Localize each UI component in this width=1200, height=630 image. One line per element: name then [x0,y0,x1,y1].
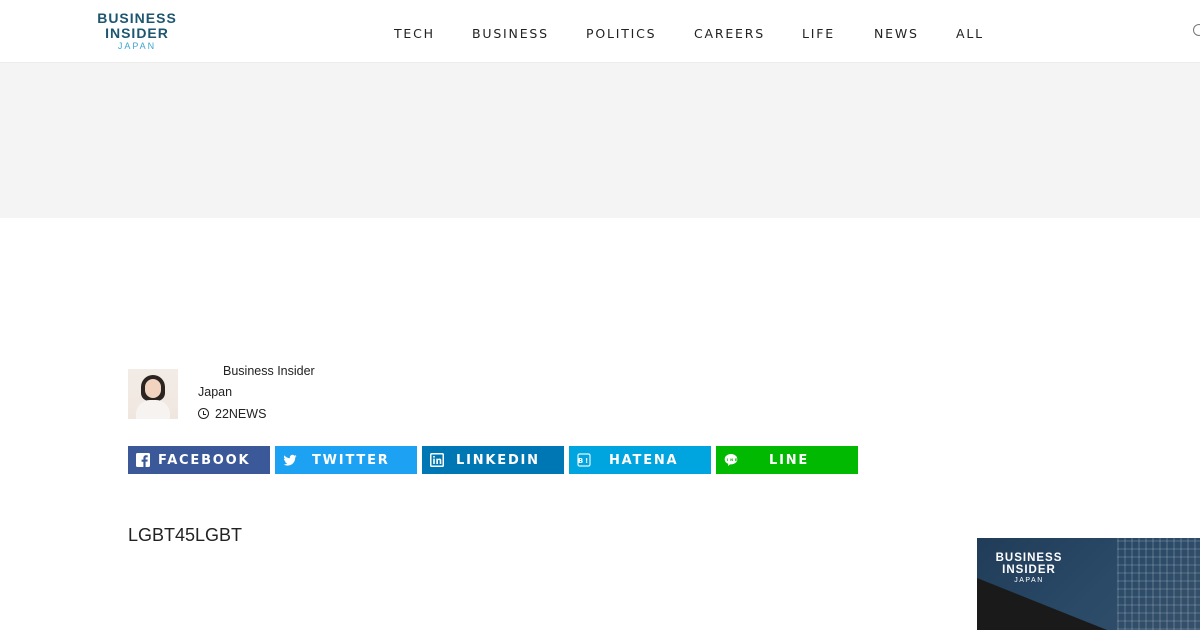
promo-building-image [1117,538,1200,630]
header: BUSINESS INSIDER JAPAN TECH BUSINESS POL… [0,0,1200,63]
facebook-icon [136,453,150,467]
line-icon: LINE [724,454,738,466]
hatena-share-button[interactable]: B! HATENA [569,446,711,474]
promo-logo-line3: JAPAN [1014,577,1044,584]
svg-text:LINE: LINE [724,458,738,462]
author-avatar[interactable] [128,369,178,419]
hatena-icon: B! [577,453,591,467]
line-share-button[interactable]: LINE LINE [716,446,858,474]
author-name-line1[interactable]: Business Insider [223,364,315,378]
logo-line3: JAPAN [117,41,157,51]
svg-text:B!: B! [578,457,590,465]
nav-item-life[interactable]: LIFE [802,26,835,41]
twitter-share-button[interactable]: TWITTER [275,446,417,474]
promo-logo-line1: BUSINESS [995,552,1063,564]
nav-item-news[interactable]: NEWS [874,26,919,41]
author-name-line2[interactable]: Japan [198,385,232,399]
avatar-face [145,379,161,398]
search-icon[interactable] [1193,24,1200,36]
twitter-icon [283,454,297,466]
hatena-share-label: HATENA [609,453,679,468]
avatar-body [136,400,170,419]
twitter-share-label: TWITTER [312,453,390,468]
promo-banner[interactable]: BUSINESS INSIDER JAPAN [977,538,1200,630]
facebook-share-button[interactable]: FACEBOOK [128,446,270,474]
linkedin-icon [430,453,444,467]
line-share-label: LINE [769,453,810,468]
logo-line1: BUSINESS [97,10,177,26]
nav-item-business[interactable]: BUSINESS [472,26,549,41]
linkedin-share-label: LINKEDIN [456,453,540,468]
nav-item-careers[interactable]: CAREERS [694,26,765,41]
facebook-share-label: FACEBOOK [158,453,251,468]
nav-item-all[interactable]: ALL [956,26,984,41]
linkedin-share-button[interactable]: LINKEDIN [422,446,564,474]
clock-icon [198,408,209,419]
nav-item-tech[interactable]: TECH [394,26,435,41]
article-meta: 22NEWS [215,407,267,421]
promo-logo-line2: INSIDER [1002,564,1056,576]
nav-item-politics[interactable]: POLITICS [586,26,656,41]
ad-banner-placeholder [0,63,1200,218]
article-body-text: LGBT45LGBT [128,525,243,545]
promo-dark-corner [977,578,1107,630]
main-nav: TECH BUSINESS POLITICS CAREERS LIFE NEWS… [0,26,1200,42]
